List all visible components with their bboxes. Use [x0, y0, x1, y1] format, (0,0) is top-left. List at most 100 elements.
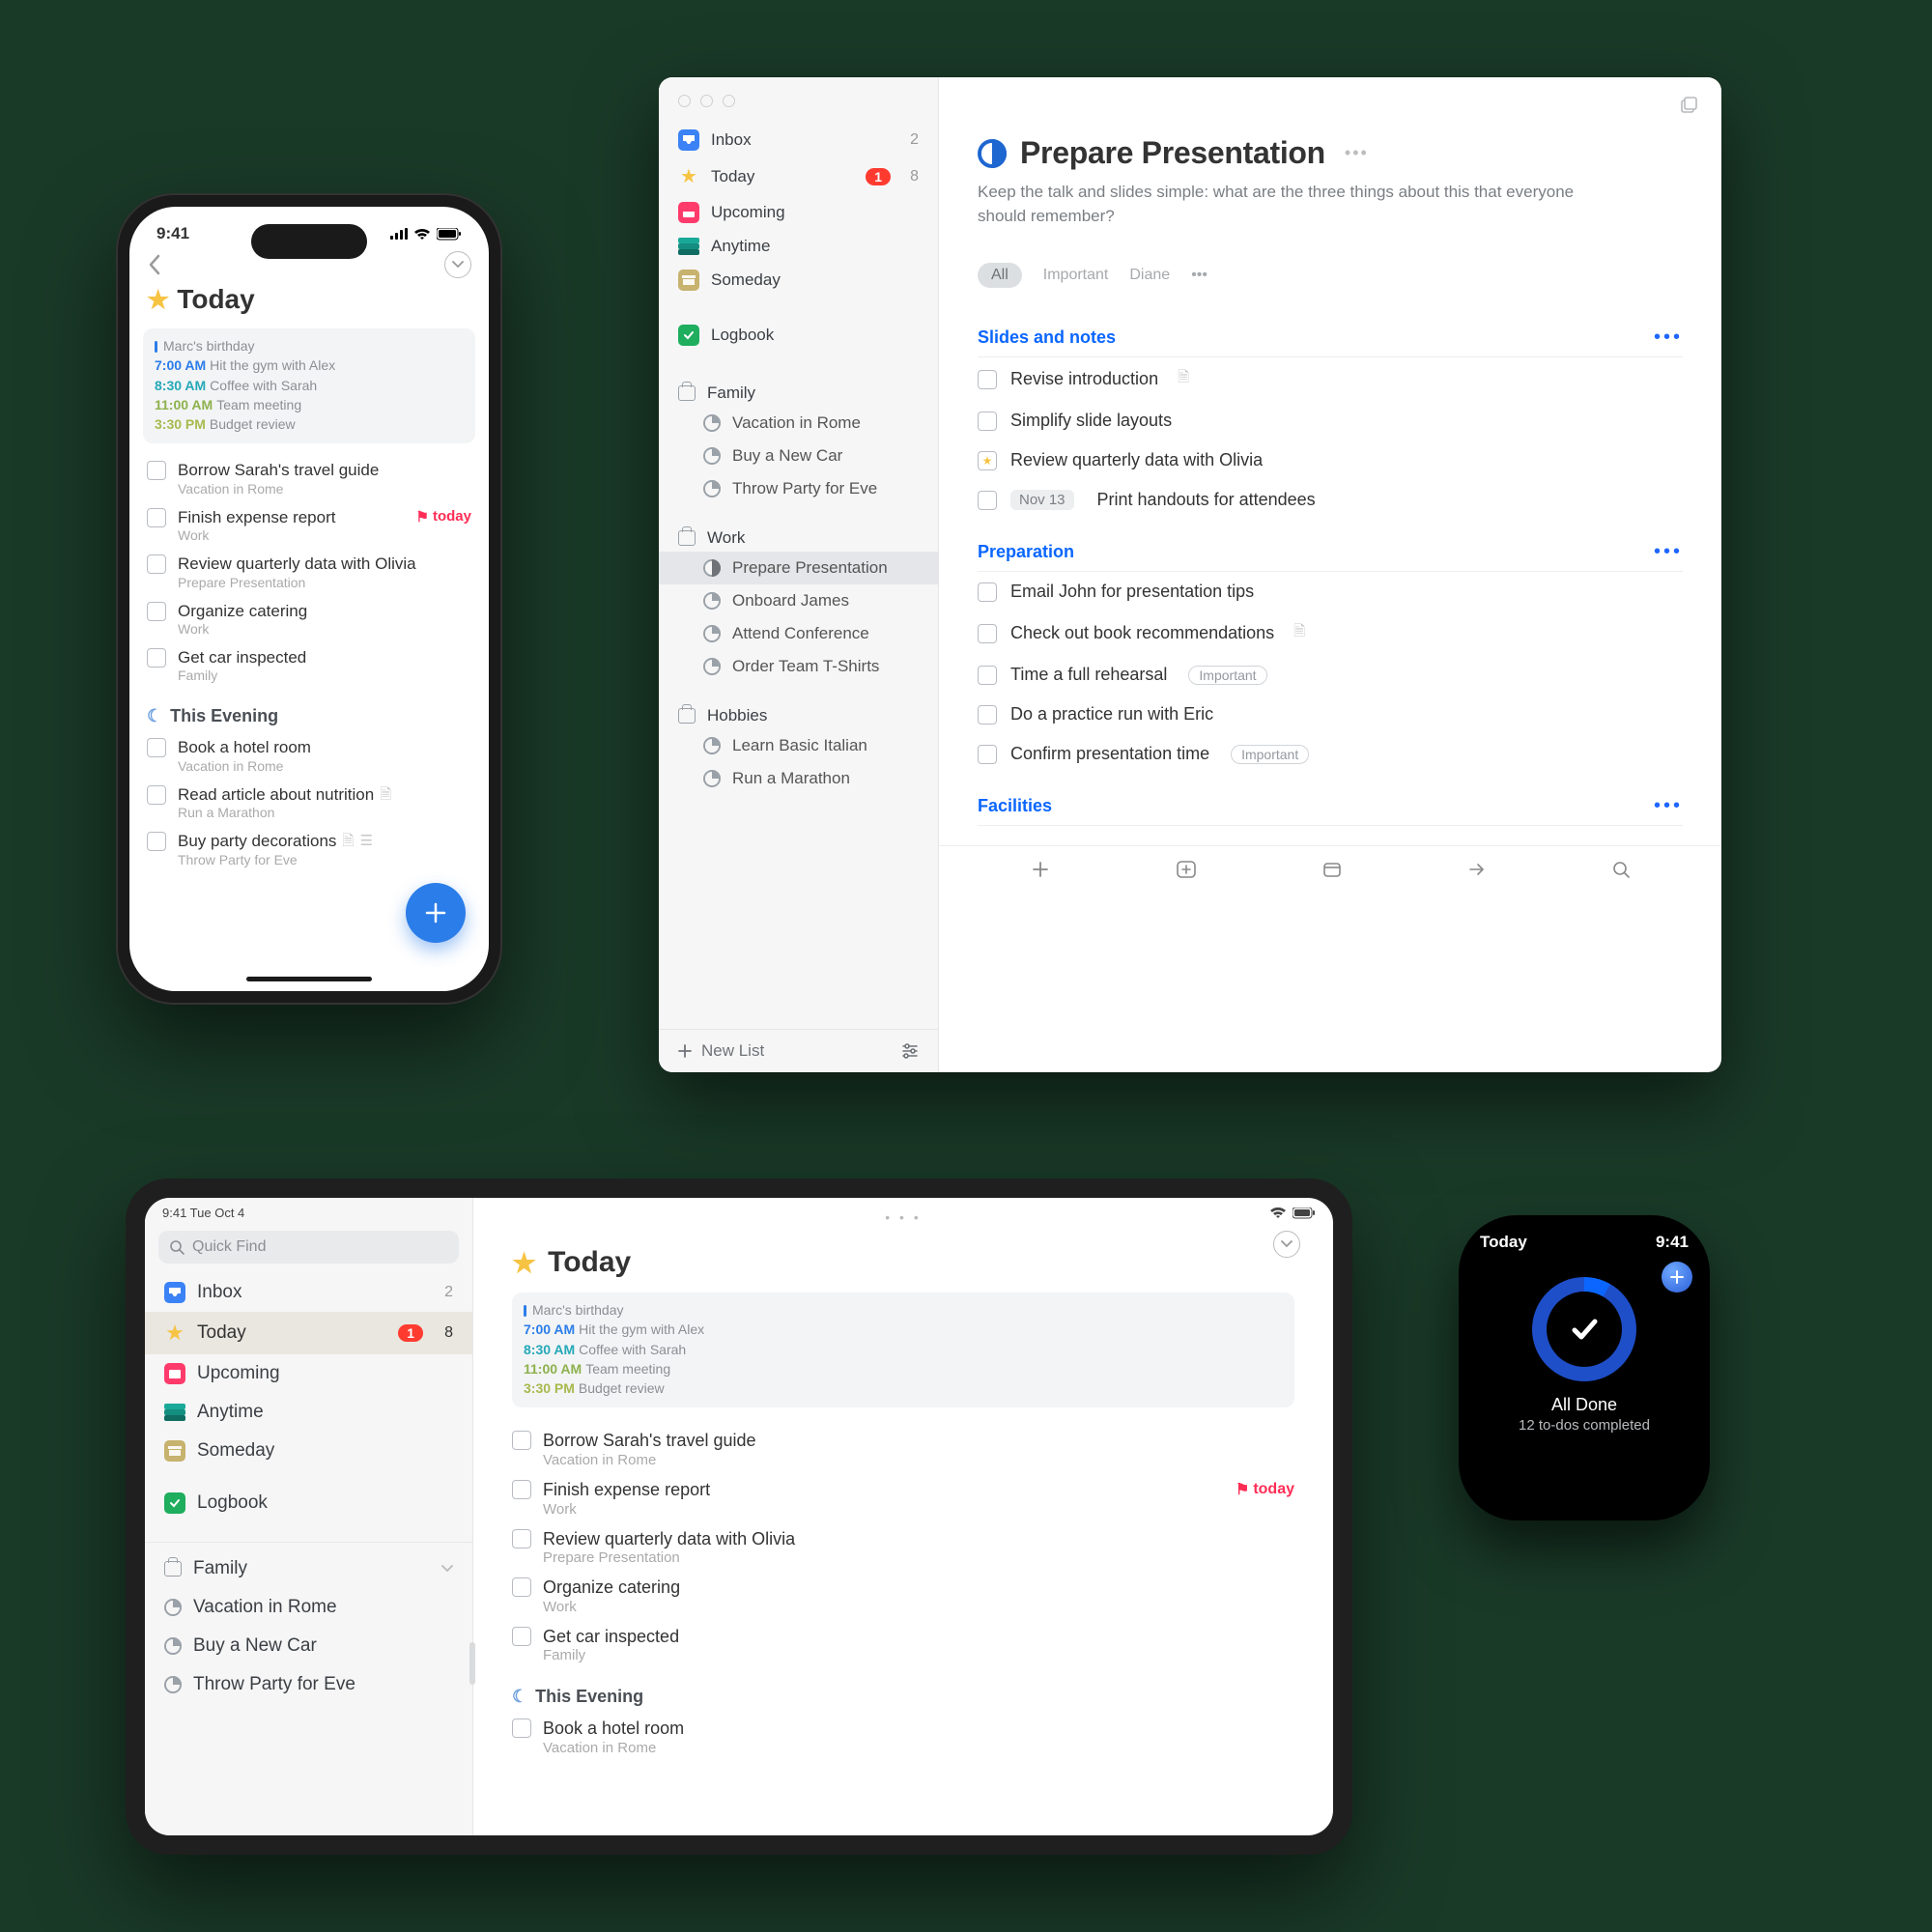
section-menu[interactable]: •••	[1654, 541, 1683, 563]
checkbox[interactable]	[978, 582, 997, 602]
filter-tag[interactable]: Diane	[1129, 267, 1170, 284]
project-notes[interactable]: Keep the talk and slides simple: what ar…	[978, 181, 1596, 228]
sidebar-project[interactable]: Vacation in Rome	[145, 1588, 472, 1627]
todo-item[interactable]: Confirm presentation timeImportant	[978, 734, 1683, 774]
calendar-events[interactable]: Marc's birthday 7:00 AMHit the gym with …	[143, 328, 475, 443]
sidebar-project[interactable]: Vacation in Rome	[659, 407, 938, 440]
sidebar-project[interactable]: Order Team T-Shirts	[659, 650, 938, 683]
section-title[interactable]: Slides and notes	[978, 327, 1116, 348]
back-button[interactable]	[147, 253, 162, 276]
sidebar-inbox[interactable]: Inbox 2	[659, 123, 938, 157]
checkbox[interactable]	[512, 1627, 531, 1646]
todo-item[interactable]: Buy party decorations🗎☰ Throw Party for …	[147, 826, 471, 872]
todo-item[interactable]: Get car inspected Family	[512, 1621, 1294, 1670]
settings-button[interactable]	[901, 1043, 919, 1059]
checkbox[interactable]	[978, 412, 997, 431]
sidebar-inbox[interactable]: Inbox 2	[145, 1273, 472, 1312]
todo-item[interactable]: Revise introduction🗎	[978, 357, 1683, 401]
todo-item[interactable]: Check out book recommendations🗎	[978, 611, 1683, 655]
todo-item[interactable]: Book a hotel room Vacation in Rome	[512, 1713, 1294, 1762]
checkbox[interactable]	[978, 705, 997, 724]
checkbox[interactable]: ★	[978, 451, 997, 470]
toolbar-calendar[interactable]	[1322, 861, 1342, 878]
todo-item[interactable]: Nov 13Print handouts for attendees	[978, 480, 1683, 520]
todo-item[interactable]: Borrow Sarah's travel guide Vacation in …	[512, 1425, 1294, 1474]
collapse-button[interactable]	[1273, 1231, 1300, 1258]
sidebar-anytime[interactable]: Anytime	[145, 1393, 472, 1432]
new-list-button[interactable]: New List	[678, 1041, 764, 1061]
sidebar-project[interactable]: Throw Party for Eve	[145, 1665, 472, 1704]
sidebar-area[interactable]: Family	[659, 374, 938, 407]
checkbox[interactable]	[147, 554, 166, 574]
calendar-events[interactable]: Marc's birthday 7:00 AMHit the gym with …	[512, 1293, 1294, 1407]
section-title[interactable]: Facilities	[978, 796, 1052, 816]
checkbox[interactable]	[147, 785, 166, 805]
checkbox[interactable]	[512, 1431, 531, 1450]
project-menu-button[interactable]: •••	[1345, 143, 1369, 163]
collapse-button[interactable]	[444, 251, 471, 278]
window-controls[interactable]	[659, 77, 938, 115]
todo-item[interactable]: Read article about nutrition🗎 Run a Mara…	[147, 780, 471, 826]
sidebar-today[interactable]: ★ Today 1 8	[659, 157, 938, 195]
home-indicator[interactable]	[246, 977, 372, 981]
toolbar-move[interactable]	[1467, 862, 1487, 877]
todo-item[interactable]: Email John for presentation tips	[978, 572, 1683, 611]
sidebar-project[interactable]: Run a Marathon	[659, 762, 938, 795]
todo-item[interactable]: Borrow Sarah's travel guide Vacation in …	[147, 455, 471, 501]
checkbox[interactable]	[512, 1529, 531, 1548]
todo-item[interactable]: Simplify slide layouts	[978, 401, 1683, 440]
checkbox[interactable]	[147, 602, 166, 621]
new-todo-fab[interactable]	[406, 883, 466, 943]
checkbox[interactable]	[147, 461, 166, 480]
checkbox[interactable]	[512, 1719, 531, 1738]
toolbar-search[interactable]	[1612, 861, 1630, 878]
sidebar-logbook[interactable]: Logbook	[659, 318, 938, 353]
todo-item[interactable]: Review quarterly data with Olivia Prepar…	[512, 1523, 1294, 1573]
watch-add-button[interactable]	[1662, 1262, 1692, 1293]
checkbox[interactable]	[978, 491, 997, 510]
filter-tag[interactable]: Important	[1043, 267, 1109, 284]
checkbox[interactable]	[147, 508, 166, 527]
checkbox[interactable]	[147, 648, 166, 668]
sidebar-project[interactable]: Onboard James	[659, 584, 938, 617]
checkbox[interactable]	[978, 624, 997, 643]
sidebar-project[interactable]: Buy a New Car	[145, 1627, 472, 1665]
checkbox[interactable]	[978, 745, 997, 764]
sidebar-project[interactable]: Throw Party for Eve	[659, 472, 938, 505]
todo-item[interactable]: Finish expense report Work⚑ today	[147, 502, 471, 549]
todo-item[interactable]: Get car inspected Family	[147, 642, 471, 689]
todo-item[interactable]: Organize catering Work	[147, 596, 471, 642]
todo-item[interactable]: Review quarterly data with Olivia Prepar…	[147, 549, 471, 595]
todo-item[interactable]: ★Review quarterly data with Olivia	[978, 440, 1683, 480]
todo-item[interactable]: Do a practice run with Eric	[978, 695, 1683, 734]
sidebar-area-family[interactable]: Family	[145, 1542, 472, 1588]
todo-item[interactable]: Finish expense report Work⚑ today	[512, 1474, 1294, 1523]
filter-all[interactable]: All	[978, 263, 1022, 288]
section-menu[interactable]: •••	[1654, 795, 1683, 817]
quick-find-input[interactable]: Quick Find	[158, 1231, 459, 1264]
sidebar-anytime[interactable]: Anytime	[659, 230, 938, 263]
checkbox[interactable]	[147, 832, 166, 851]
sidebar-area[interactable]: Hobbies	[659, 696, 938, 729]
sidebar-project[interactable]: Attend Conference	[659, 617, 938, 650]
checkbox[interactable]	[978, 666, 997, 685]
share-button[interactable]	[1679, 95, 1698, 114]
sidebar-project[interactable]: Learn Basic Italian	[659, 729, 938, 762]
todo-item[interactable]: Time a full rehearsalImportant	[978, 655, 1683, 695]
checkbox[interactable]	[512, 1480, 531, 1499]
sidebar-upcoming[interactable]: Upcoming	[659, 195, 938, 230]
filter-more[interactable]: •••	[1191, 267, 1208, 284]
checkbox[interactable]	[512, 1577, 531, 1597]
sidebar-project[interactable]: Buy a New Car	[659, 440, 938, 472]
sidebar-today[interactable]: ★ Today 1 8	[145, 1312, 472, 1354]
checkbox[interactable]	[978, 370, 997, 389]
checkbox[interactable]	[147, 738, 166, 757]
toolbar-new-todo[interactable]	[1031, 860, 1050, 879]
sidebar-logbook[interactable]: Logbook	[145, 1484, 472, 1522]
tag-pill[interactable]: Important	[1188, 666, 1266, 685]
sidebar-project[interactable]: Prepare Presentation	[659, 552, 938, 584]
tag-pill[interactable]: Important	[1231, 745, 1309, 764]
section-title[interactable]: Preparation	[978, 542, 1074, 562]
todo-item[interactable]: Book a hotel room Vacation in Rome	[147, 732, 471, 779]
sidebar-someday[interactable]: Someday	[659, 263, 938, 298]
